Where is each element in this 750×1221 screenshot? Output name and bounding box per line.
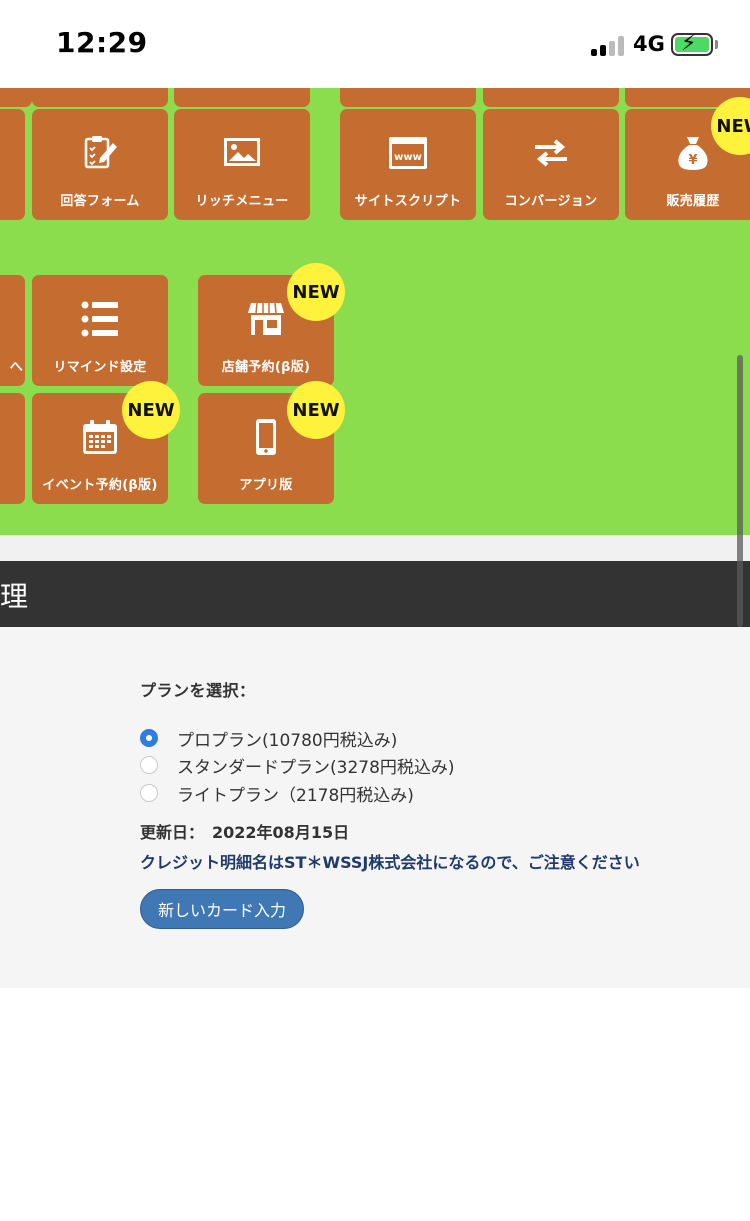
browser-www-icon: www (340, 133, 476, 173)
plan-option-lite[interactable]: ライトプラン（2178円税込み) (140, 781, 414, 806)
section-gap (0, 535, 750, 561)
battery-icon: ⚡ (671, 31, 713, 56)
update-date-row: 更新日： 2022年08月15日 (140, 819, 349, 843)
svg-text:www: www (394, 152, 422, 163)
menu-tile-label: サイトスクリプト (354, 194, 462, 209)
menu-tile-label: リマインド設定 (53, 360, 147, 375)
menu-tile-partial[interactable] (32, 88, 168, 107)
battery-tip (715, 40, 718, 49)
new-card-button[interactable]: 新しいカード入力 (140, 889, 304, 929)
plan-option-pro[interactable]: プロプラン(10780円税込み) (140, 726, 398, 751)
section-title: 理 (0, 580, 29, 613)
radio-button[interactable] (140, 756, 158, 774)
menu-tile-partial[interactable] (0, 88, 32, 107)
menu-grid: 回答フォーム リッチメニュー www サイトスクリプト コンバージョン ¥ 販売… (0, 88, 750, 535)
new-badge: NEW (122, 381, 180, 439)
image-icon (174, 133, 310, 173)
menu-tile-label: イベント予約(β版) (42, 478, 158, 493)
plan-option-label: スタンダードプラン(3278円税込み) (177, 757, 455, 778)
menu-tile-label: コンバージョン (504, 194, 598, 209)
section-header: 理 (0, 561, 750, 627)
plan-option-label: ライトプラン（2178円税込み) (177, 785, 414, 806)
menu-tile-partial[interactable] (483, 88, 619, 107)
update-date-value: 2022年08月15日 (212, 823, 350, 842)
menu-tile-remind[interactable]: リマインド設定 (32, 275, 168, 386)
svg-text:¥: ¥ (688, 153, 697, 168)
menu-tile-rich-menu[interactable]: リッチメニュー (174, 109, 310, 220)
plan-panel: プランを選択： プロプラン(10780円税込み) スタンダードプラン(3278円… (0, 627, 750, 988)
menu-tile-label: 店舗予約(β版) (221, 360, 311, 375)
plan-option-label: プロプラン(10780円税込み) (177, 730, 398, 751)
update-date-label: 更新日： (140, 823, 205, 842)
new-badge: NEW (287, 381, 345, 439)
menu-tile-partial[interactable] (0, 109, 25, 220)
menu-tile-partial[interactable] (174, 88, 310, 107)
radio-button-checked[interactable] (140, 729, 158, 747)
cellular-signal-icon (591, 34, 627, 56)
radio-button[interactable] (140, 784, 158, 802)
menu-tile-label: アプリ版 (239, 478, 293, 493)
menu-tile-label: リッチメニュー (195, 194, 289, 209)
menu-tile-label: 販売履歴 (666, 194, 720, 209)
menu-tile-site-script[interactable]: www サイトスクリプト (340, 109, 476, 220)
list-icon (32, 299, 168, 339)
billing-notice: クレジット明細名はST＊WSSJ株式会社になるので、ご注意ください (140, 853, 640, 872)
clipboard-icon (32, 133, 168, 173)
menu-tile-label: 回答フォーム (60, 194, 140, 209)
menu-tile-conversion[interactable]: コンバージョン (483, 109, 619, 220)
menu-tile-partial[interactable] (0, 393, 25, 504)
exchange-arrows-icon (483, 133, 619, 173)
menu-tile-answer-form[interactable]: 回答フォーム (32, 109, 168, 220)
menu-tile-label: へ (9, 360, 23, 375)
plan-option-standard[interactable]: スタンダードプラン(3278円税込み) (140, 753, 455, 778)
menu-tile-partial[interactable] (340, 88, 476, 107)
new-badge: NEW (287, 263, 345, 321)
network-type: 4G (633, 32, 665, 56)
status-time: 12:29 (56, 26, 148, 59)
plan-select-label: プランを選択： (140, 681, 256, 700)
status-bar: 12:29 4G ⚡ (0, 0, 750, 88)
scrollbar[interactable] (737, 355, 743, 627)
menu-tile-partial[interactable]: へ (0, 275, 25, 386)
